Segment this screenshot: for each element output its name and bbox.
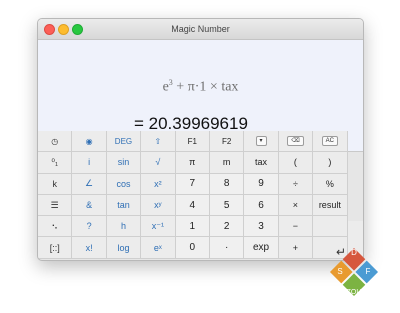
eye-key[interactable]: ◉ [72, 131, 107, 153]
key-r3c2[interactable]: tan [106, 194, 142, 217]
key-r4c3[interactable]: x⁻¹ [141, 216, 176, 238]
expression-rest: + π·1 × tax [176, 79, 239, 95]
key-r1c5[interactable]: m [209, 152, 245, 174]
key-r3c6[interactable]: 6 [244, 194, 279, 217]
list-icon: ☰ [50, 199, 59, 210]
key-r4c5[interactable]: 2 [209, 216, 245, 238]
backspace-key[interactable]: ⌫ [278, 131, 314, 153]
key-r3c8[interactable]: result [313, 194, 348, 217]
watermark-logo: D S F ZOU [329, 247, 379, 297]
chevron-down-icon: ▾ [255, 136, 267, 147]
expression-exponent: 3 [168, 78, 173, 87]
key-r5c5[interactable]: · [209, 237, 245, 259]
key-r0c2[interactable]: DEG [106, 131, 142, 153]
key-r1c7[interactable]: ( [278, 152, 314, 174]
clear-all-label: AC [321, 136, 338, 147]
key-r1c4[interactable]: π [175, 152, 210, 174]
key-r2c8[interactable]: % [313, 173, 348, 195]
svg-text:S: S [337, 267, 342, 276]
key-r2c5[interactable]: 8 [209, 173, 245, 195]
keypad: ◷ ◉ DEG ⇧ F1 F2 ▾ ⌫ AC ⁰₁ i sin √ π m tax() k ∠ cos x² 7 8 9 ÷%… [38, 131, 348, 259]
key-r3c4[interactable]: 4 [175, 194, 210, 217]
key-r5c4[interactable]: 0 [175, 237, 210, 259]
key-r1c3[interactable]: √ [141, 152, 176, 174]
key-r4c6[interactable]: 3 [244, 216, 279, 238]
key-r2c4[interactable]: 7 [175, 173, 210, 195]
binary-icon: ⁰₁ [51, 156, 59, 167]
window-title: Magic Number [171, 24, 230, 34]
key-r2c7[interactable]: ÷ [278, 173, 314, 195]
shift-icon: ⇧ [154, 136, 162, 146]
eye-icon: ◉ [85, 136, 93, 146]
dropdown-key[interactable]: ▾ [244, 131, 279, 153]
key-r1c1[interactable]: i [72, 152, 107, 174]
key-r2c1[interactable]: ∠ [72, 173, 107, 195]
key-r5c1[interactable]: x! [72, 237, 107, 259]
key-r4c7[interactable]: − [278, 216, 314, 238]
key-r5c0[interactable]: [::] [38, 237, 73, 259]
scatter-icon: ⠢ [51, 220, 58, 231]
key-r2c6[interactable]: 9 [244, 173, 279, 195]
key-r3c5[interactable]: 5 [209, 194, 245, 217]
key-r2c0[interactable]: k [38, 173, 73, 195]
svg-text:F: F [366, 267, 371, 276]
key-r1c2[interactable]: sin [106, 152, 142, 174]
binary-key[interactable]: ⁰₁ [38, 152, 73, 174]
title-bar: Magic Number [38, 19, 363, 40]
key-r2c3[interactable]: x² [141, 173, 176, 195]
key-r1c6[interactable]: tax [244, 152, 279, 174]
clear-all-key[interactable]: AC [313, 131, 348, 153]
key-r2c2[interactable]: cos [106, 173, 142, 195]
key-r4c2[interactable]: h [106, 216, 142, 238]
calculator-window: Magic Number e3 + π·1 × tax = 20.3996961… [37, 18, 364, 261]
key-r4c4[interactable]: 1 [175, 216, 210, 238]
key-r3c3[interactable]: xʸ [141, 194, 176, 217]
svg-text:D: D [351, 248, 357, 257]
list-key[interactable]: ☰ [38, 194, 73, 217]
key-r5c7[interactable]: + [278, 237, 314, 259]
scatter-key[interactable]: ⠢ [38, 216, 73, 238]
clock-key[interactable]: ◷ [38, 131, 73, 153]
clock-icon: ◷ [51, 136, 59, 146]
expression-line: e3 + π·1 × tax [38, 78, 363, 96]
key-r1c8[interactable]: ) [313, 152, 348, 174]
shift-key[interactable]: ⇧ [141, 131, 176, 153]
key-r0c5[interactable]: F2 [209, 131, 245, 153]
key-r5c2[interactable]: log [106, 237, 142, 259]
key-r5c3[interactable]: eˣ [141, 237, 176, 259]
key-r5c6[interactable]: exp [244, 237, 279, 259]
key-r4c1[interactable]: ? [72, 216, 107, 238]
backspace-icon: ⌫ [287, 136, 304, 147]
key-r3c7[interactable]: × [278, 194, 314, 217]
key-r3c1[interactable]: & [72, 194, 107, 217]
key-r0c4[interactable]: F1 [175, 131, 210, 153]
key-empty [313, 216, 348, 238]
svg-text:ZOU: ZOU [347, 289, 362, 296]
